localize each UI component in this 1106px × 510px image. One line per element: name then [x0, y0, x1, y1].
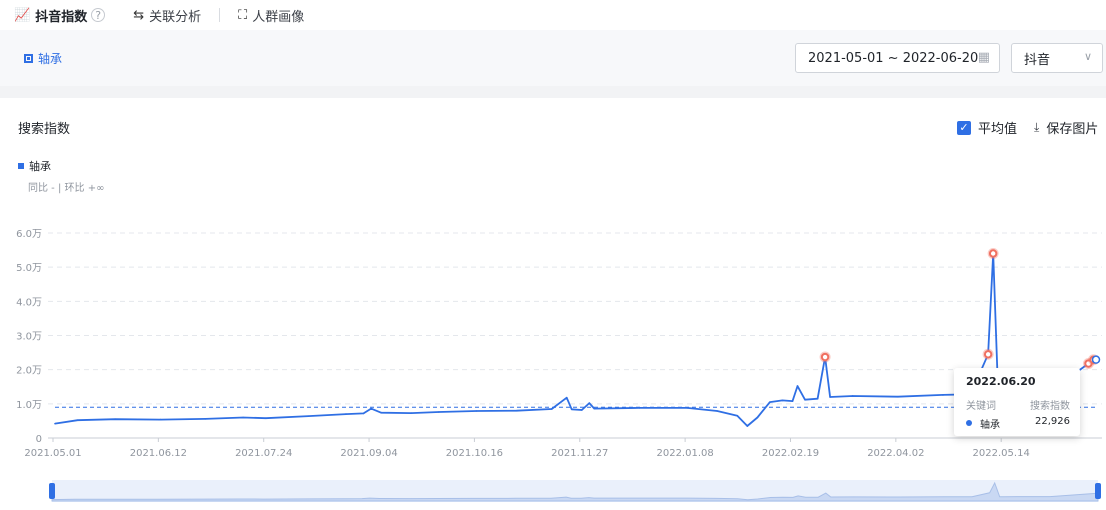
platform-select[interactable]: 抖音 ∨	[1011, 43, 1103, 73]
crowd-icon: ⛶	[238, 7, 248, 23]
relation-icon: ⇆	[133, 7, 145, 23]
brush-handle	[1095, 483, 1101, 499]
tooltip-series-dot	[966, 420, 972, 426]
date-range-value: 2021-05-01 ~ 2022-06-20	[808, 50, 979, 66]
keyword-square-icon	[24, 54, 33, 63]
brush-handle	[49, 483, 55, 499]
tab-crowd-profile[interactable]: ⛶ 人群画像	[224, 0, 318, 30]
tab-label: 人群画像	[252, 9, 305, 25]
chart-panel: 搜索指数 ✓ 平均值 ⤓ 保存图片 轴承 同比 - | 环比 +∞ 0 1.0万 2…	[0, 98, 1106, 510]
chevron-down-icon: ∨	[1083, 50, 1092, 63]
tab-bar: 📈 抖音指数 ? ⇆ 关联分析 ⛶ 人群画像	[0, 0, 1106, 30]
trend-icon: 📈	[14, 7, 31, 23]
date-range-picker[interactable]: 2021-05-01 ~ 2022-06-20 ▦	[795, 43, 1000, 73]
tooltip-date: 2022.06.20	[966, 375, 1036, 388]
tab-label: 抖音指数	[35, 9, 88, 25]
tab-douyin-index[interactable]: 📈 抖音指数 ?	[0, 0, 119, 30]
tooltip-col-index: 搜索指数	[1030, 401, 1070, 412]
tooltip-col-keyword: 关键词	[966, 401, 996, 412]
filter-bar: 轴承 2021-05-01 ~ 2022-06-20 ▦ 抖音 ∨	[0, 30, 1106, 86]
help-icon[interactable]: ?	[91, 8, 106, 22]
tooltip-value: 22,926	[1035, 416, 1070, 427]
keyword-label: 轴承	[38, 52, 63, 66]
tab-divider	[219, 8, 221, 22]
tab-label: 关联分析	[149, 9, 202, 25]
range-brush-chart[interactable]	[0, 98, 1106, 510]
brush-area	[51, 481, 1099, 502]
platform-value: 抖音	[1024, 52, 1051, 68]
tooltip-keyword: 轴承	[980, 420, 1000, 431]
keyword-chip[interactable]: 轴承	[24, 50, 62, 67]
calendar-icon: ▦	[977, 50, 990, 65]
chart-tooltip: 2022.06.20 关键词 搜索指数 轴承 22,926	[954, 368, 1080, 436]
tab-relation-analysis[interactable]: ⇆ 关联分析	[119, 0, 215, 30]
